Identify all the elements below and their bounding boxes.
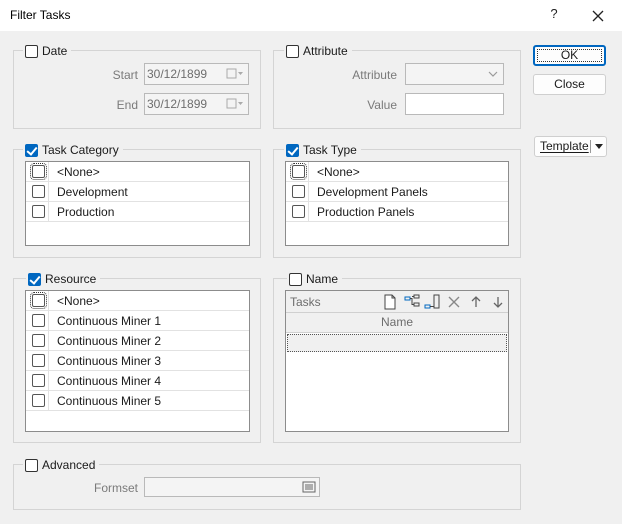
- arrow-up-icon[interactable]: [468, 294, 484, 310]
- attribute-checkbox[interactable]: [286, 44, 299, 58]
- item-checkbox[interactable]: [292, 185, 305, 198]
- attribute-label: Attribute: [303, 44, 348, 58]
- list-item[interactable]: Continuous Miner 2: [26, 331, 249, 351]
- arrow-down-icon[interactable]: [490, 294, 506, 310]
- list-item[interactable]: Development: [26, 182, 249, 202]
- insert-after-icon[interactable]: [424, 294, 440, 310]
- chevron-down-icon: [488, 71, 498, 77]
- tasks-title: Tasks: [290, 295, 321, 309]
- name-legend: Name: [287, 271, 343, 287]
- list-item[interactable]: Development Panels: [286, 182, 508, 202]
- start-label: Start: [112, 68, 138, 82]
- name-label: Name: [306, 272, 339, 286]
- list-item[interactable]: Continuous Miner 5: [26, 391, 249, 411]
- template-button[interactable]: Template: [534, 136, 607, 157]
- list-icon[interactable]: [302, 481, 316, 493]
- ok-button[interactable]: OK: [533, 45, 606, 66]
- item-checkbox[interactable]: [30, 163, 47, 180]
- item-checkbox[interactable]: [32, 354, 45, 367]
- task-category-label: Task Category: [42, 143, 119, 157]
- name-checkbox[interactable]: [289, 272, 302, 286]
- task-category-list[interactable]: <None> Development Production: [25, 161, 250, 246]
- item-checkbox[interactable]: [30, 292, 47, 309]
- close-window-button[interactable]: [588, 6, 608, 26]
- item-checkbox[interactable]: [32, 185, 45, 198]
- attribute-group: [273, 50, 521, 129]
- task-category-legend: Task Category: [23, 142, 123, 158]
- list-item[interactable]: <None>: [26, 162, 249, 182]
- task-type-checkbox[interactable]: [286, 143, 299, 157]
- list-item[interactable]: Production Panels: [286, 202, 508, 222]
- attribute-field-label: Attribute: [352, 68, 397, 82]
- task-type-label: Task Type: [303, 143, 357, 157]
- close-button[interactable]: Close: [533, 74, 606, 95]
- list-item[interactable]: Production: [26, 202, 249, 222]
- title-bar: Filter Tasks ?: [0, 0, 622, 31]
- resource-label: Resource: [45, 272, 97, 286]
- resource-legend: Resource: [26, 271, 101, 287]
- start-date-value: 30/12/1899: [147, 67, 208, 81]
- list-item[interactable]: Continuous Miner 1: [26, 311, 249, 331]
- task-type-legend: Task Type: [284, 142, 361, 158]
- list-item[interactable]: <None>: [286, 162, 508, 182]
- tasks-toolbar: Tasks: [286, 291, 508, 313]
- delete-icon[interactable]: [446, 294, 462, 310]
- date-label: Date: [42, 44, 68, 58]
- resource-list[interactable]: <None> Continuous Miner 1 Continuous Min…: [25, 290, 250, 432]
- end-date-value: 30/12/1899: [147, 97, 208, 111]
- resource-checkbox[interactable]: [28, 272, 41, 286]
- start-date-field[interactable]: 30/12/1899: [144, 63, 249, 85]
- insert-before-icon[interactable]: [404, 294, 420, 310]
- new-document-icon[interactable]: [382, 294, 398, 310]
- calendar-dropdown-icon: [226, 68, 243, 79]
- caret-down-icon[interactable]: [595, 144, 603, 149]
- advanced-checkbox[interactable]: [25, 458, 38, 472]
- date-group: [13, 50, 261, 129]
- advanced-label: Advanced: [42, 458, 96, 472]
- date-legend: Date: [23, 43, 72, 59]
- table-row[interactable]: [287, 334, 507, 352]
- item-checkbox[interactable]: [290, 163, 307, 180]
- calendar-dropdown-icon: [226, 98, 243, 109]
- template-split-divider: [590, 140, 591, 153]
- item-checkbox[interactable]: [32, 374, 45, 387]
- end-date-field[interactable]: 30/12/1899: [144, 93, 249, 115]
- list-item[interactable]: Continuous Miner 4: [26, 371, 249, 391]
- list-item[interactable]: <None>: [26, 291, 249, 311]
- item-checkbox[interactable]: [32, 334, 45, 347]
- name-column-header[interactable]: Name: [286, 313, 508, 333]
- task-type-list[interactable]: <None> Development Panels Production Pan…: [285, 161, 509, 246]
- item-checkbox[interactable]: [32, 205, 45, 218]
- attribute-legend: Attribute: [284, 43, 352, 59]
- item-checkbox[interactable]: [32, 394, 45, 407]
- tasks-grid: Tasks Name: [285, 290, 509, 432]
- value-label: Value: [367, 98, 397, 112]
- end-label: End: [116, 98, 138, 112]
- item-checkbox[interactable]: [292, 205, 305, 218]
- task-category-checkbox[interactable]: [25, 143, 38, 157]
- advanced-legend: Advanced: [23, 457, 100, 473]
- list-item[interactable]: Continuous Miner 3: [26, 351, 249, 371]
- item-checkbox[interactable]: [32, 314, 45, 327]
- date-checkbox[interactable]: [25, 44, 38, 58]
- value-input[interactable]: [405, 93, 504, 115]
- window-title: Filter Tasks: [10, 8, 71, 22]
- formset-label: Formset: [93, 481, 138, 495]
- close-icon: [592, 10, 604, 22]
- attribute-dropdown[interactable]: [405, 63, 504, 85]
- formset-field[interactable]: [144, 477, 320, 497]
- help-button[interactable]: ?: [546, 6, 562, 24]
